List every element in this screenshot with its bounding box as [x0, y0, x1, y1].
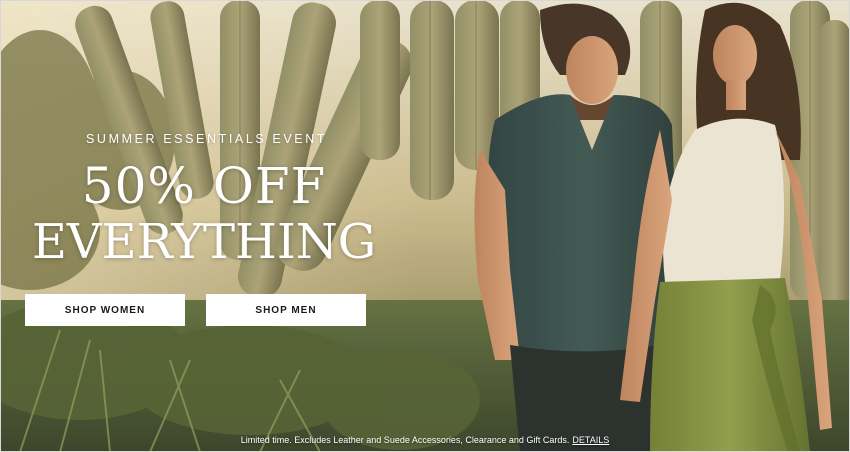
shop-women-button[interactable]: SHOP WOMEN — [25, 294, 185, 326]
disclaimer-text: Limited time. Excludes Leather and Suede… — [240, 435, 570, 445]
details-link[interactable]: DETAILS — [572, 435, 609, 445]
promo-disclaimer: Limited time. Excludes Leather and Suede… — [0, 435, 850, 445]
promo-headline: 50% OFF EVERYTHING — [24, 158, 384, 270]
hero-banner[interactable]: SUMMER ESSENTIALS EVENT 50% OFF EVERYTHI… — [0, 0, 850, 452]
promo-headline-line1: 50% OFF — [81, 157, 327, 215]
promo-eyebrow: SUMMER ESSENTIALS EVENT — [86, 132, 328, 146]
shop-men-button[interactable]: SHOP MEN — [206, 294, 366, 326]
promo-headline-line2: EVERYTHING — [31, 214, 377, 270]
